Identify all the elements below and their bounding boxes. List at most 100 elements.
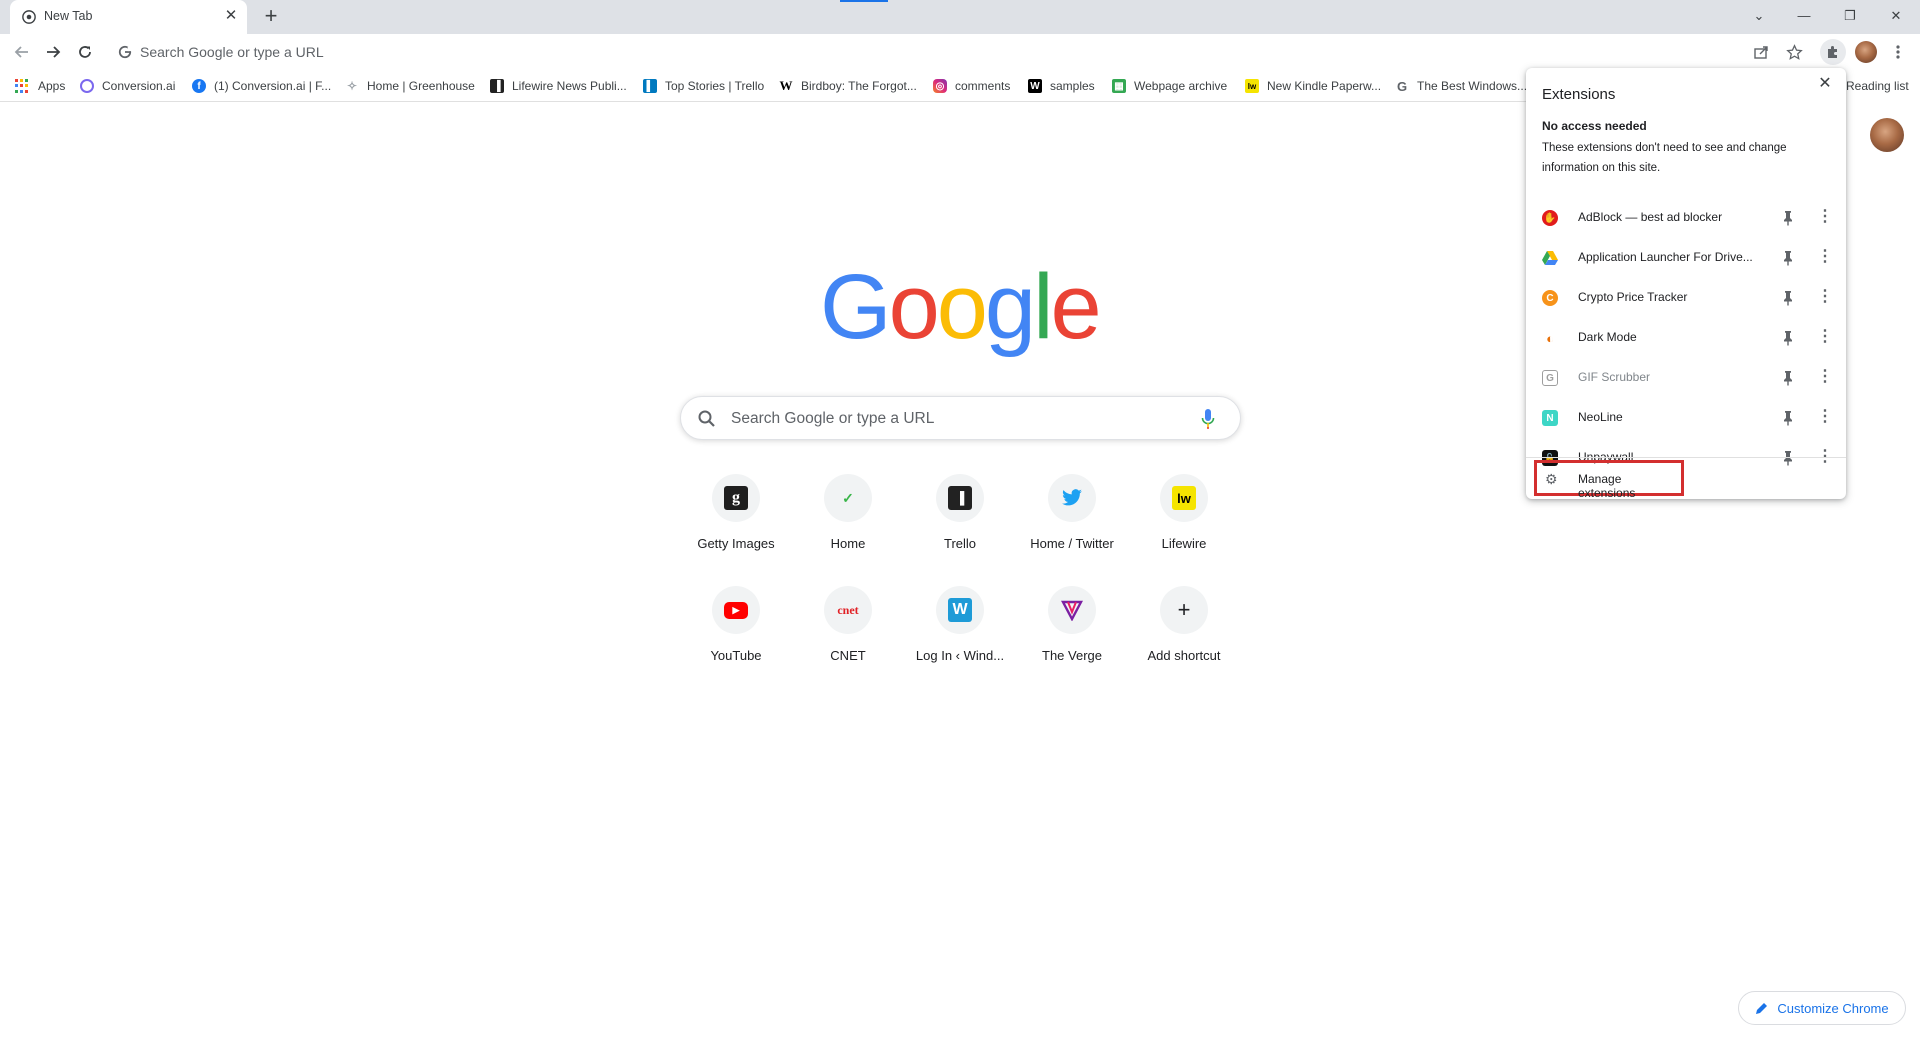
shortcut-home[interactable]: ✓ Home [792,474,904,574]
reload-button[interactable] [72,39,98,65]
bookmark-best-windows[interactable]: G The Best Windows... [1395,77,1527,95]
tab-title: New Tab [44,9,93,23]
minimize-button[interactable]: — [1793,6,1815,26]
wikipedia-icon: W [779,78,793,93]
neoline-icon: N [1542,410,1558,426]
bookmark-top-stories-trello[interactable]: ▌ Top Stories | Trello [643,77,764,95]
shortcut-label: Trello [943,536,977,551]
pin-icon[interactable] [1779,289,1797,307]
more-vertical-icon [1896,45,1900,59]
extensions-popup: Extensions ✕ No access needed These exte… [1526,68,1846,500]
shortcut-log-in-wind[interactable]: W Log In ‹ Wind... [904,586,1016,686]
extension-name: Application Launcher For Drive... [1578,250,1753,264]
shortcut-youtube[interactable]: ▶ YouTube [680,586,792,686]
crypto-icon: C [1542,290,1558,306]
google-drive-icon [1542,251,1558,265]
no-access-description: These extensions don't need to see and c… [1542,142,1787,174]
more-vertical-icon[interactable]: ⋮ [1816,368,1834,386]
bookmark-new-kindle[interactable]: lw New Kindle Paperw... [1245,77,1381,95]
more-vertical-icon[interactable]: ⋮ [1816,208,1834,226]
extension-row-neoline[interactable]: N NeoLine ⋮ [1526,397,1846,437]
window-close-button[interactable]: ✕ [1885,6,1907,26]
shortcut-label: Log In ‹ Wind... [915,648,1005,663]
omnibox[interactable] [110,37,1786,67]
extension-row-adblock[interactable]: ✋ AdBlock — best ad blocker ⋮ [1526,197,1846,237]
pin-icon[interactable] [1779,369,1797,387]
tab-strip: New Tab ✕ + ⌄ — ❐ ✕ [0,0,1920,34]
ntp-avatar[interactable] [1870,118,1904,152]
g-icon: G [1396,78,1408,94]
extension-row-app-launcher[interactable]: Application Launcher For Drive... ⋮ [1526,237,1846,277]
star-icon [1785,43,1803,60]
more-vertical-icon[interactable]: ⋮ [1816,288,1834,306]
bookmark-webpage-archive[interactable]: ▦ Webpage archive [1112,77,1227,95]
bookmark-apps[interactable]: Apps [14,77,65,95]
shortcut-label: The Verge [1042,648,1102,663]
pin-icon[interactable] [1779,409,1797,427]
bookmark-label: comments [955,79,1011,93]
add-shortcut-button[interactable]: + Add shortcut [1128,586,1240,686]
shortcut-getty-images[interactable]: g Getty Images [680,474,792,574]
ntp-search-input[interactable] [731,407,1171,431]
bookmark-comments[interactable]: ◎ comments [933,77,1010,95]
forward-button[interactable] [40,39,66,65]
tab-new-tab[interactable]: New Tab ✕ [10,0,247,34]
microphone-icon[interactable] [1201,408,1215,430]
shortcut-label: CNET [830,648,866,663]
manage-extensions-button[interactable]: ⚙ Manage extensions [1534,460,1684,500]
back-button[interactable] [9,39,35,65]
restore-button[interactable]: ❐ [1839,6,1861,26]
chrome-menu-button[interactable] [1885,39,1911,65]
share-button[interactable] [1748,39,1774,65]
tab-close-button[interactable]: ✕ [222,7,240,25]
shortcut-the-verge[interactable]: The Verge [1016,586,1128,686]
customize-chrome-button[interactable]: Customize Chrome [1738,991,1906,1025]
bookmark-conversion-ai-facebook[interactable]: f (1) Conversion.ai | F... [192,77,331,95]
new-tab-button[interactable]: + [259,5,283,29]
shortcut-cnet[interactable]: cnet CNET [792,586,904,686]
extension-row-crypto-price-tracker[interactable]: C Crypto Price Tracker ⋮ [1526,277,1846,317]
bookmark-greenhouse[interactable]: ✧ Home | Greenhouse [345,77,475,95]
bookmark-label: Apps [38,79,66,93]
more-vertical-icon[interactable]: ⋮ [1816,248,1834,266]
shortcut-trello[interactable]: ▐ Trello [904,474,1016,574]
share-icon [1754,46,1768,59]
toolbar [0,34,1920,70]
shortcut-twitter[interactable]: Home / Twitter [1016,474,1128,574]
arrow-right-icon [47,46,61,58]
more-vertical-icon[interactable]: ⋮ [1816,328,1834,346]
profile-button[interactable] [1853,39,1879,65]
extensions-button[interactable] [1820,39,1846,65]
extension-name: NeoLine [1578,410,1623,424]
gif-scrubber-icon: G [1542,370,1558,386]
more-vertical-icon[interactable]: ⋮ [1816,408,1834,426]
extension-row-dark-mode[interactable]: ◐ Dark Mode ⋮ [1526,317,1846,357]
pin-icon[interactable] [1779,329,1797,347]
cnet-icon: cnet [837,602,859,617]
pin-icon[interactable] [1779,249,1797,267]
shortcut-label: Lifewire [1161,536,1207,551]
search-icon [698,410,715,427]
google-logo: Google [820,258,1100,358]
bookmark-samples[interactable]: W samples [1028,77,1095,95]
pin-icon[interactable] [1779,209,1797,227]
ntp-search-box[interactable] [680,396,1241,440]
the-verge-icon [1061,600,1083,621]
bookmark-birdboy[interactable]: W Birdboy: The Forgot... [779,77,917,95]
extensions-popup-close-button[interactable]: ✕ [1815,74,1835,94]
google-g-icon [118,45,132,59]
apps-grid-icon [14,79,28,93]
shortcut-lifewire[interactable]: lw Lifewire [1128,474,1240,574]
tab-search-button[interactable]: ⌄ [1748,6,1770,26]
bookmark-label: Birdboy: The Forgot... [801,79,917,93]
reload-icon [79,46,91,58]
getty-images-icon: g [724,486,748,510]
bookmark-star-button[interactable] [1781,39,1807,65]
bookmark-label: samples [1050,79,1095,93]
bookmark-conversion-ai[interactable]: Conversion.ai [80,77,175,95]
bookmark-lifewire-news[interactable]: ▐ Lifewire News Publi... [490,77,627,95]
reading-list-button[interactable]: Reading list [1846,70,1920,102]
pin-icon[interactable] [1779,449,1797,467]
omnibox-input[interactable] [140,40,1340,64]
extension-row-gif-scrubber[interactable]: G GIF Scrubber ⋮ [1526,357,1846,397]
